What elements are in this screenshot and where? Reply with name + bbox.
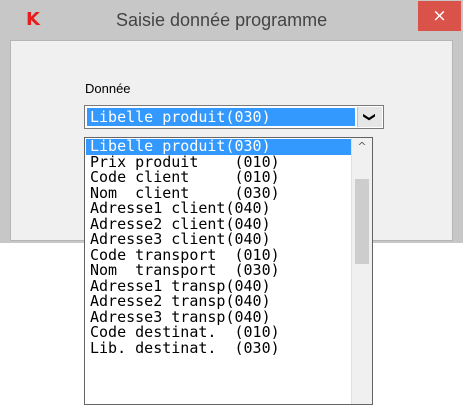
combo-dropdown-button[interactable]: ❯ xyxy=(357,107,382,127)
chevron-down-icon: ❯ xyxy=(363,111,377,123)
dropdown-list-items: Libelle produit(030) Prix produit (010) Co… xyxy=(86,138,351,357)
close-button[interactable]: × xyxy=(418,1,461,31)
vertical-scrollbar[interactable]: ^ xyxy=(351,138,372,404)
dropdown-list[interactable]: Libelle produit(030) Prix produit (010) Co… xyxy=(84,137,373,405)
app-logo-icon: K xyxy=(26,9,40,30)
list-item[interactable]: Lib. destinat. (030) xyxy=(86,340,351,357)
donnee-label: Donnée xyxy=(85,81,131,96)
combo-selected-value: Libelle produit(030) xyxy=(87,108,355,126)
donnee-combobox[interactable]: Libelle produit(030) ❯ xyxy=(84,105,384,129)
window-title: Saisie donnée programme xyxy=(116,10,328,30)
scroll-up-button[interactable]: ^ xyxy=(352,138,372,156)
title-bar[interactable]: K Saisie donnée programme × xyxy=(0,0,463,38)
chevron-up-icon: ^ xyxy=(357,140,367,153)
close-icon: × xyxy=(432,6,447,26)
scroll-thumb[interactable] xyxy=(355,179,369,264)
